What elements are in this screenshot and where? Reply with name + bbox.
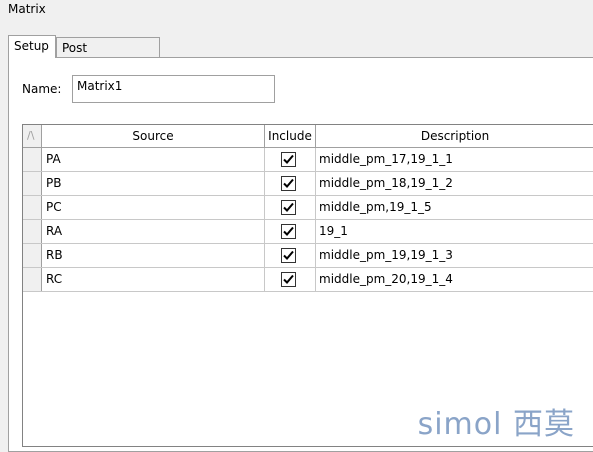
description-cell[interactable]: middle_pm_18,19_1_2 (316, 172, 593, 195)
table-row[interactable]: RB middle_pm_19,19_1_3 (23, 244, 593, 268)
include-checkbox[interactable] (281, 176, 296, 191)
row-selector[interactable] (23, 148, 42, 171)
include-cell (265, 268, 316, 291)
tab-post-processing[interactable]: Post Processing (56, 37, 160, 75)
column-header-description[interactable]: Description (316, 125, 593, 147)
table-row[interactable]: PC middle_pm,19_1_5 (23, 196, 593, 220)
checkmark-icon (283, 178, 294, 188)
grid-header: /\ Source Include Description (23, 125, 593, 148)
description-cell[interactable]: middle_pm_19,19_1_3 (316, 244, 593, 267)
name-input[interactable]: Matrix1 (72, 75, 275, 103)
row-selector[interactable] (23, 196, 42, 219)
source-cell[interactable]: PB (42, 172, 265, 195)
source-cell[interactable]: RC (42, 268, 265, 291)
source-cell[interactable]: RB (42, 244, 265, 267)
table-row[interactable]: RC middle_pm_20,19_1_4 (23, 268, 593, 292)
row-selector[interactable] (23, 172, 42, 195)
description-cell[interactable]: middle_pm,19_1_5 (316, 196, 593, 219)
column-header-source[interactable]: Source (42, 125, 265, 147)
checkmark-icon (283, 202, 294, 212)
description-cell[interactable]: middle_pm_17,19_1_1 (316, 148, 593, 171)
include-checkbox[interactable] (281, 248, 296, 263)
header-select-all[interactable]: /\ (23, 125, 42, 147)
row-selector[interactable] (23, 244, 42, 267)
row-selector[interactable] (23, 220, 42, 243)
title-bar: Matrix (0, 0, 593, 24)
table-row[interactable]: PB middle_pm_18,19_1_2 (23, 172, 593, 196)
checkmark-icon (283, 226, 294, 236)
include-cell (265, 196, 316, 219)
include-cell (265, 172, 316, 195)
column-header-include[interactable]: Include (265, 125, 316, 147)
checkmark-icon (283, 154, 294, 164)
watermark-logo: simol 西莫 (417, 407, 575, 442)
name-label: Name: (22, 82, 62, 96)
include-checkbox[interactable] (281, 224, 296, 239)
source-cell[interactable]: PA (42, 148, 265, 171)
include-checkbox[interactable] (281, 272, 296, 287)
include-checkbox[interactable] (281, 152, 296, 167)
checkmark-icon (283, 250, 294, 260)
description-cell[interactable]: 19_1 (316, 220, 593, 243)
source-cell[interactable]: PC (42, 196, 265, 219)
description-cell[interactable]: middle_pm_20,19_1_4 (316, 268, 593, 291)
include-cell (265, 220, 316, 243)
source-cell[interactable]: RA (42, 220, 265, 243)
include-checkbox[interactable] (281, 200, 296, 215)
table-row[interactable]: RA 19_1 (23, 220, 593, 244)
row-selector[interactable] (23, 268, 42, 291)
tab-setup[interactable]: Setup (8, 35, 56, 58)
sort-indicator-icon: /\ (27, 129, 35, 142)
include-cell (265, 244, 316, 267)
include-cell (265, 148, 316, 171)
checkmark-icon (283, 274, 294, 284)
table-row[interactable]: PA middle_pm_17,19_1_1 (23, 148, 593, 172)
window-title: Matrix (8, 2, 46, 16)
